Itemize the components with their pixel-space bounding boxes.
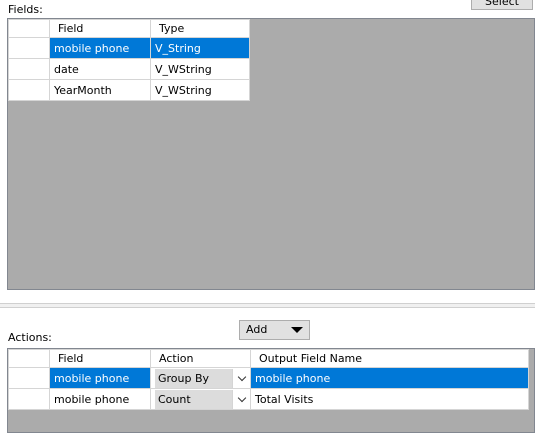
action-type-combo[interactable]: Group By [150,367,251,389]
output-field-name-cell[interactable]: mobile phone [250,367,529,389]
actions-label: Actions: [8,331,52,344]
field-type-cell[interactable]: V_WString [150,58,250,80]
combo-dropdown-button[interactable] [232,389,250,409]
row-selector[interactable] [8,367,50,389]
chevron-down-icon [237,372,246,381]
row-selector[interactable] [8,79,50,101]
table-row[interactable]: date V_WString [8,58,250,80]
actions-column-header-action[interactable]: Action [150,349,251,368]
add-button-label: Add [246,323,268,336]
chevron-down-icon [237,393,246,402]
dropdown-caret-icon [291,327,303,333]
fields-header-row: Field Type [8,19,250,38]
actions-grid[interactable]: Field Action Output Field Name mobile ph… [7,348,535,433]
field-name-cell[interactable]: mobile phone [49,37,151,59]
field-name-cell[interactable]: YearMonth [49,79,151,101]
row-selector[interactable] [8,388,50,410]
table-row[interactable]: mobile phone V_String [8,37,250,59]
action-type-value: Count [155,389,232,409]
field-type-cell[interactable]: V_WString [150,79,250,101]
select-button[interactable]: Select [471,0,533,10]
fields-grid[interactable]: Field Type mobile phone V_String date V_… [7,18,535,290]
output-field-name-cell[interactable]: Total Visits [250,388,529,410]
row-header-corner [8,349,50,368]
fields-table: Field Type mobile phone V_String date V_… [8,19,250,101]
field-name-cell[interactable]: date [49,58,151,80]
row-selector[interactable] [8,58,50,80]
combo-dropdown-button[interactable] [232,368,250,388]
row-selector[interactable] [8,37,50,59]
add-button[interactable]: Add [239,320,310,340]
fields-column-header-type[interactable]: Type [150,19,250,38]
actions-column-header-field[interactable]: Field [49,349,151,368]
fields-label: Fields: [8,3,43,16]
action-field-cell[interactable]: mobile phone [49,367,151,389]
actions-column-header-output[interactable]: Output Field Name [250,349,529,368]
action-type-combo[interactable]: Count [150,388,251,410]
row-header-corner [8,19,50,38]
panel-splitter[interactable] [0,303,535,308]
action-field-cell[interactable]: mobile phone [49,388,151,410]
table-row[interactable]: mobile phone Group By mobile phone [8,367,529,389]
actions-header-row: Field Action Output Field Name [8,349,529,368]
fields-column-header-field[interactable]: Field [49,19,151,38]
actions-table: Field Action Output Field Name mobile ph… [8,349,529,410]
field-type-cell[interactable]: V_String [150,37,250,59]
action-type-value: Group By [155,368,232,388]
table-row[interactable]: mobile phone Count Total Visits [8,388,529,410]
table-row[interactable]: YearMonth V_WString [8,79,250,101]
